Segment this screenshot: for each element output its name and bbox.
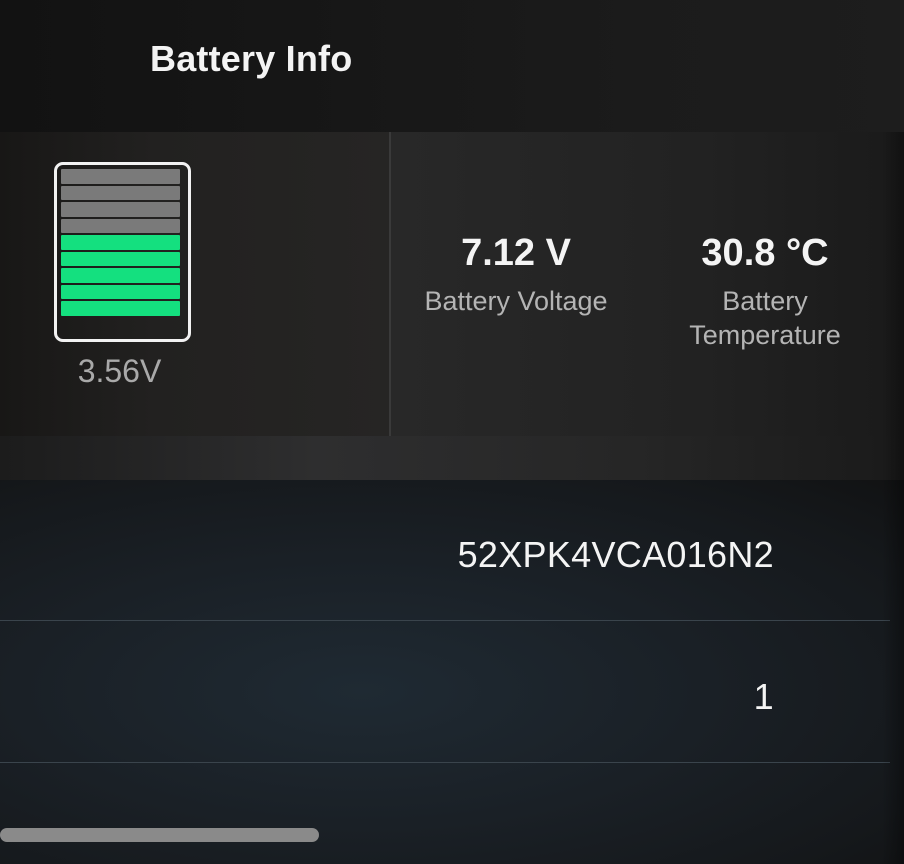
battery-info-screen: Battery Info 3.56V 7.12 V Battery Voltag…	[0, 0, 904, 864]
page-title: Battery Info	[150, 38, 353, 79]
battery-voltage-label: Battery Voltage	[424, 286, 608, 316]
header-bar: Battery Info	[0, 0, 904, 132]
battery-voltage-value: 7.12 V	[461, 232, 571, 274]
battery-segment	[61, 268, 180, 283]
battery-segment	[61, 185, 180, 200]
horizontal-scrollbar[interactable]	[0, 828, 319, 842]
list-row-value: 1	[753, 676, 774, 717]
battery-temperature-label-line2: Temperature	[689, 320, 841, 350]
battery-level-icon	[54, 162, 191, 342]
battery-segment	[61, 251, 180, 266]
battery-segment	[61, 284, 180, 299]
edge-shadow	[882, 132, 904, 864]
row-divider	[0, 762, 890, 763]
serial-number-value: 52XPK4VCA016N2	[457, 534, 774, 575]
section-separator-band	[0, 436, 904, 480]
battery-temperature-value: 30.8 °C	[701, 232, 829, 274]
battery-segment	[61, 301, 180, 316]
cell-voltage-label: 3.56V	[77, 353, 162, 389]
battery-temperature-label: Battery Temperature	[665, 284, 865, 352]
battery-segment	[61, 218, 180, 233]
battery-segment	[61, 169, 180, 184]
battery-segment	[61, 202, 180, 217]
row-divider	[0, 620, 890, 621]
battery-temperature-label-line1: Battery	[722, 286, 808, 316]
battery-segment	[61, 235, 180, 250]
